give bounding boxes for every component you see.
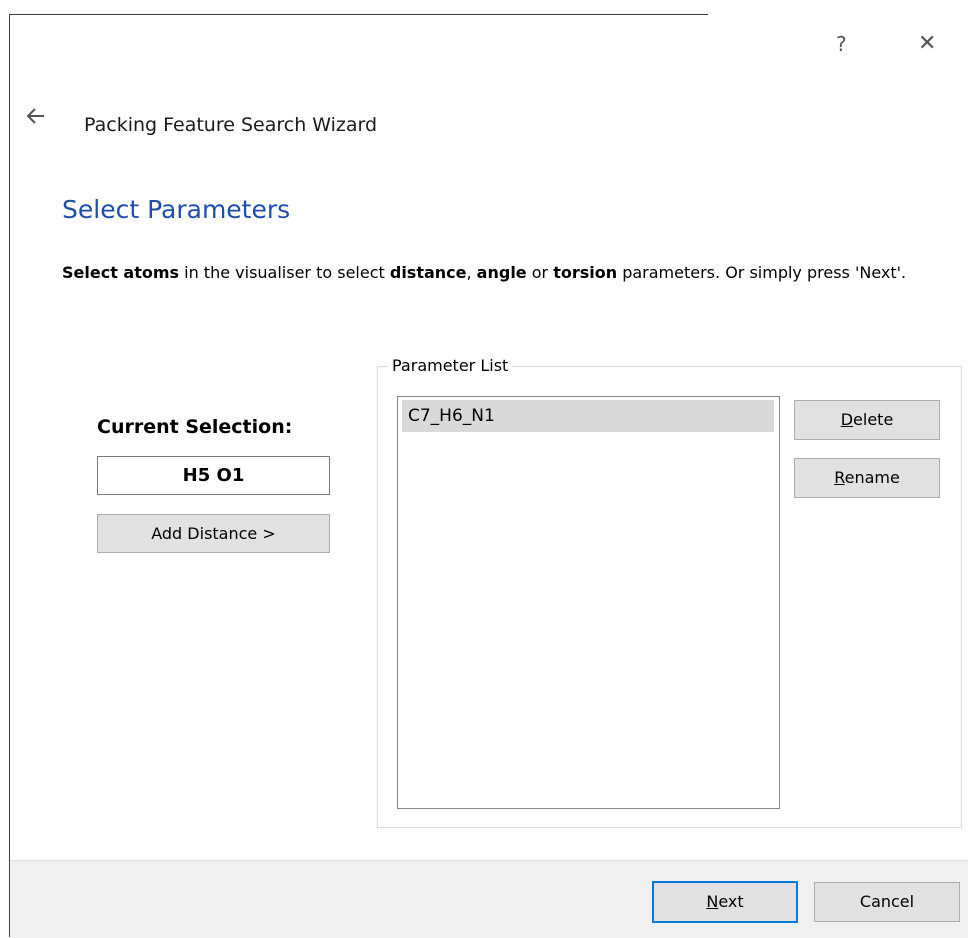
cancel-button[interactable]: Cancel xyxy=(814,882,960,922)
instructions-bold-torsion: torsion xyxy=(553,263,618,282)
next-button[interactable]: Next xyxy=(652,881,798,923)
current-selection-label: Current Selection: xyxy=(97,416,293,438)
instructions-text-part: in the visualiser to select xyxy=(179,263,390,282)
instructions-text-part: , xyxy=(466,263,477,282)
rename-label-rest: ename xyxy=(844,468,900,487)
instructions-text: Select atoms in the visualiser to select… xyxy=(62,262,922,284)
page-heading: Select Parameters xyxy=(62,195,291,224)
delete-mnemonic: D xyxy=(840,410,854,429)
parameter-listbox[interactable]: C7_H6_N1 xyxy=(397,396,780,809)
list-item[interactable]: C7_H6_N1 xyxy=(402,400,774,432)
rename-mnemonic: R xyxy=(834,468,845,487)
wizard-title: Packing Feature Search Wizard xyxy=(84,114,378,136)
parameter-list-label: Parameter List xyxy=(388,355,513,377)
instructions-bold-distance: distance xyxy=(389,263,467,282)
back-arrow-icon[interactable] xyxy=(26,106,46,126)
window-frame-top xyxy=(10,14,708,15)
help-button[interactable]: ? xyxy=(836,30,847,58)
next-label-rest: ext xyxy=(718,892,744,911)
delete-label-rest: elete xyxy=(853,410,894,429)
instructions-bold-angle: angle xyxy=(476,263,527,282)
instructions-bold-select-atoms: Select atoms xyxy=(62,263,180,282)
current-selection-value: H5 O1 xyxy=(97,456,330,495)
next-mnemonic: N xyxy=(706,892,719,911)
add-distance-button[interactable]: Add Distance > xyxy=(97,514,330,553)
instructions-text-part: or xyxy=(526,263,554,282)
rename-button[interactable]: Rename xyxy=(794,458,940,498)
close-button[interactable]: ✕ xyxy=(918,30,936,58)
window-frame-left xyxy=(9,14,10,937)
instructions-text-part: parameters. Or simply press 'Next'. xyxy=(617,263,907,282)
delete-button[interactable]: Delete xyxy=(794,400,940,440)
